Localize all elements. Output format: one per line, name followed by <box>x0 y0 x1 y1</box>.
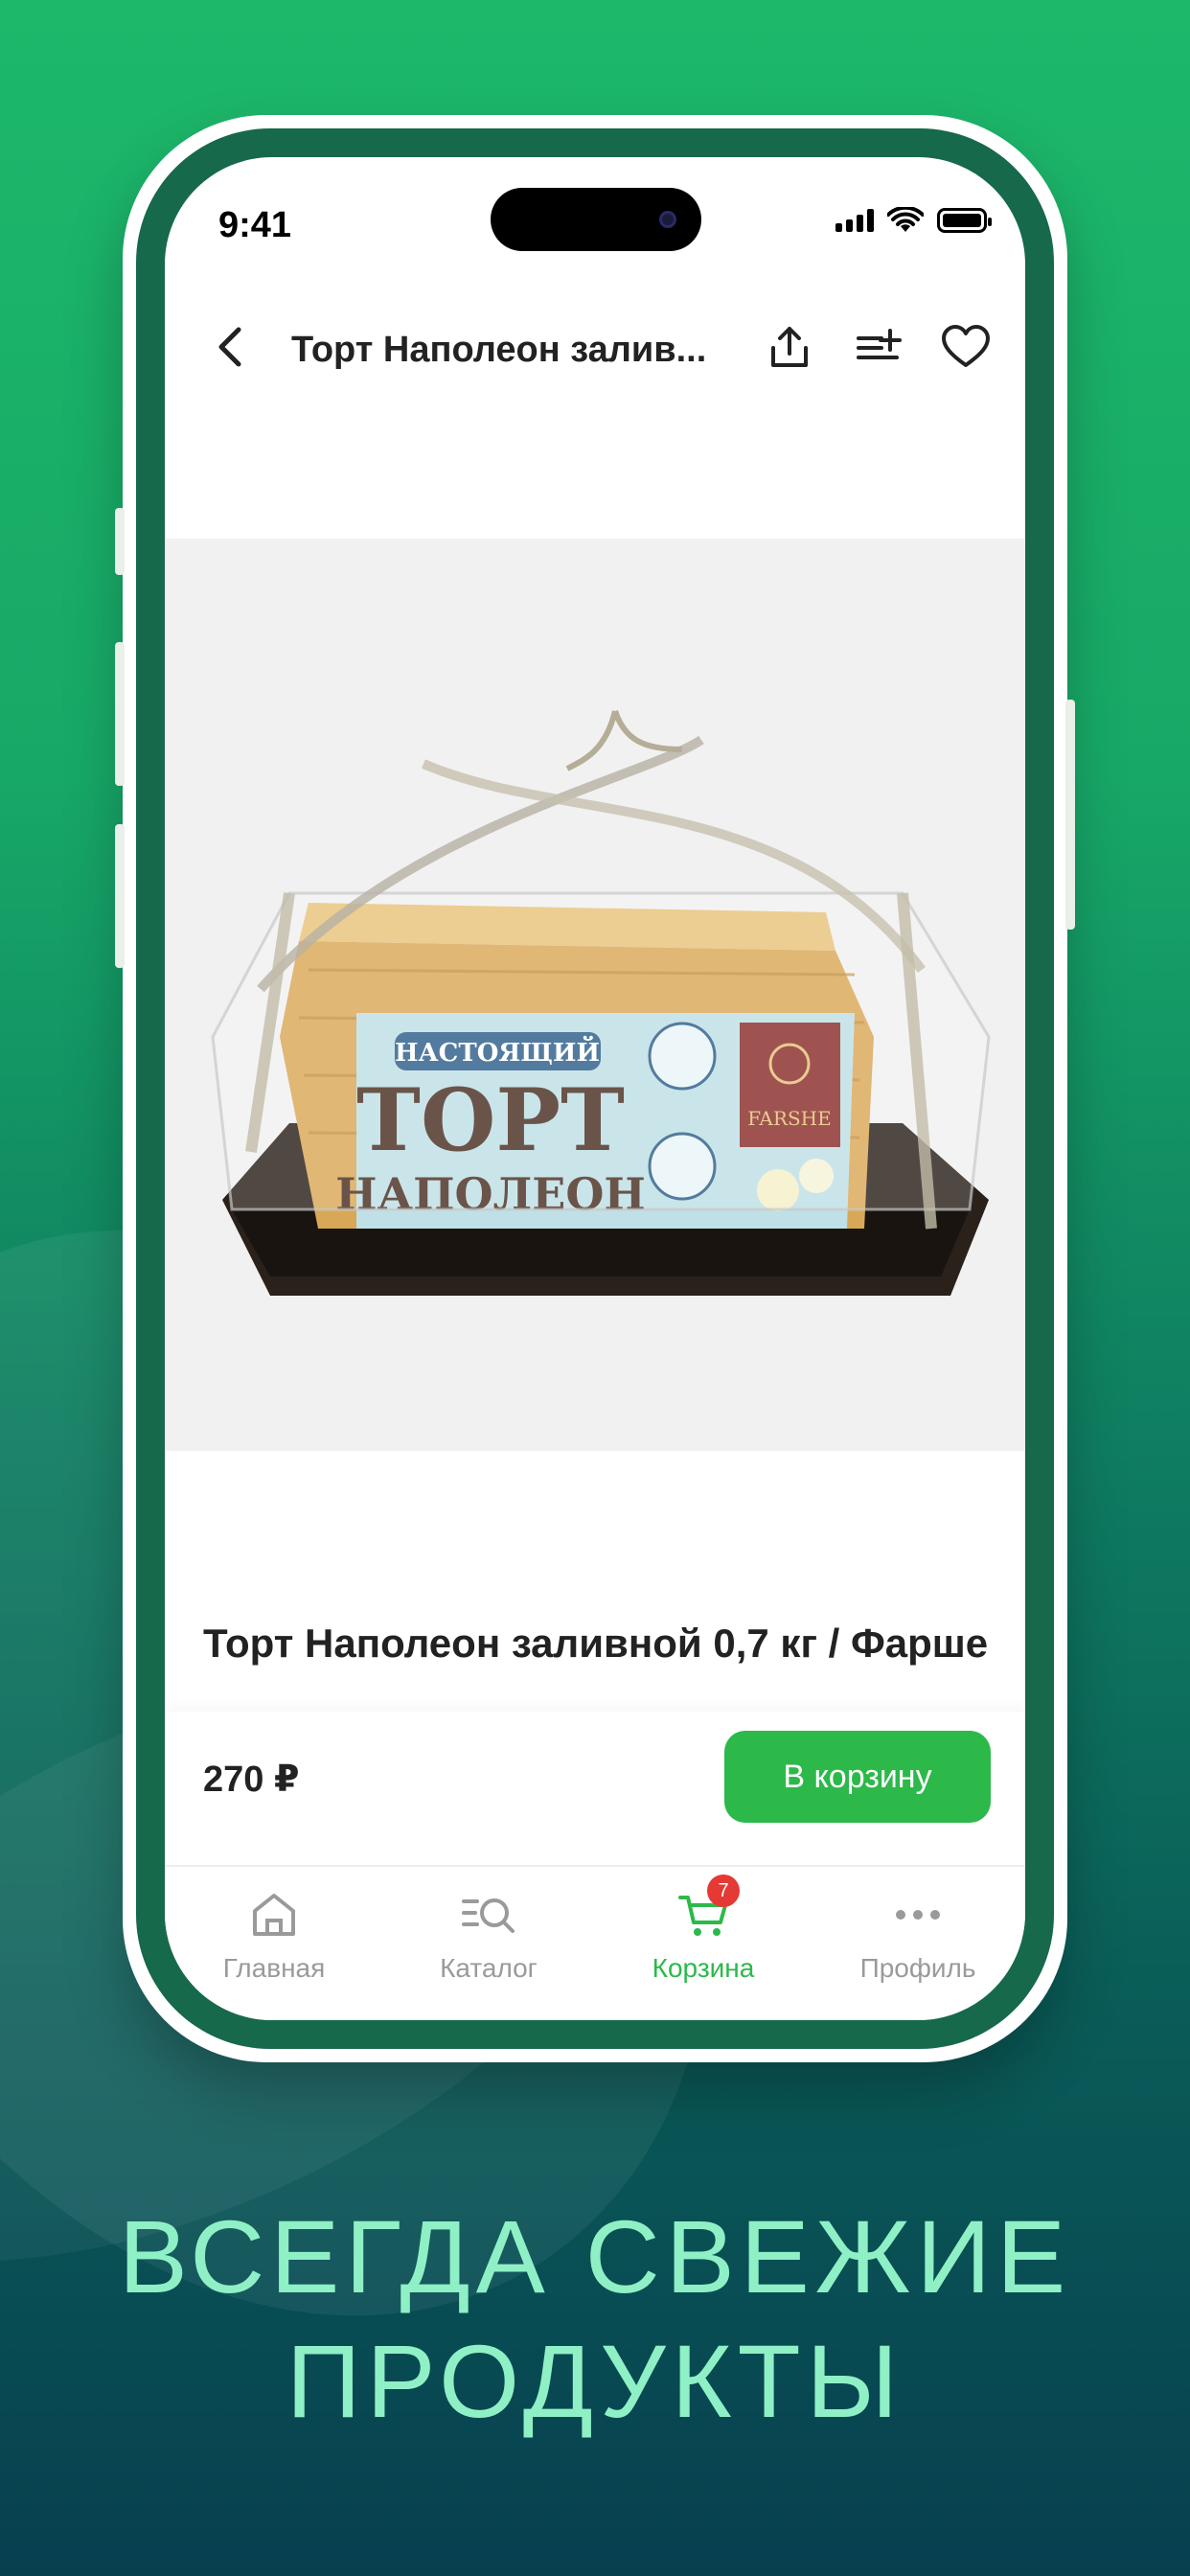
phone-side-button <box>115 508 125 575</box>
share-icon <box>771 327 808 367</box>
status-icons <box>835 207 992 234</box>
tab-label: Профиль <box>859 1953 976 1983</box>
product-image: НАСТОЯЩИЙ ТОРТ НАПОЛЕОН FARSHE <box>165 539 1025 1451</box>
cake-photo: НАСТОЯЩИЙ ТОРТ НАПОЛЕОН FARSHE <box>211 709 991 1296</box>
tab-catalog[interactable]: Каталог <box>393 1884 584 1984</box>
phone-screen: 9:41 Торт Наполеон залив... Торт Наполео… <box>165 157 1025 2020</box>
share-button[interactable] <box>763 320 816 374</box>
add-to-list-button[interactable] <box>851 320 904 374</box>
headline-line: ПРОДУКТЫ <box>286 2323 904 2439</box>
headline-line: ВСЕГДА СВЕЖИЕ <box>118 2198 1072 2314</box>
catalog-search-icon <box>458 1884 519 1945</box>
tab-bar: Главная Каталог 7 Корзина Профиль <box>165 1865 1025 2020</box>
page-title: Торт Наполеон залив... <box>291 330 707 370</box>
cart-badge: 7 <box>707 1874 740 1907</box>
tab-cart[interactable]: 7 Корзина <box>607 1874 799 1984</box>
nav-header: Торт Наполеон залив... <box>165 291 1025 406</box>
status-bar: 9:41 <box>165 157 1025 282</box>
wifi-icon <box>887 207 924 232</box>
home-icon <box>243 1884 305 1945</box>
cart-icon: 7 <box>673 1874 740 1945</box>
signal-icon <box>835 209 874 232</box>
tab-home[interactable]: Главная <box>178 1884 370 1984</box>
tab-label: Каталог <box>440 1953 538 1983</box>
back-button[interactable] <box>201 318 259 376</box>
product-title: Торт Наполеон заливной 0,7 кг / Фарше <box>203 1621 989 1666</box>
tab-label: Корзина <box>652 1953 755 1983</box>
status-time: 9:41 <box>218 205 292 245</box>
camera-icon <box>659 211 676 228</box>
tab-profile[interactable]: Профиль <box>822 1884 1014 1984</box>
product-price: 270 ₽ <box>203 1760 300 1800</box>
buy-bar: 270 ₽ В корзину <box>165 1712 1025 1855</box>
heart-icon <box>942 325 990 367</box>
promo-headline: ВСЕГДА СВЕЖИЕ ПРОДУКТЫ <box>0 2195 1190 2444</box>
more-dots-icon <box>887 1884 949 1945</box>
phone-side-button <box>115 824 125 968</box>
add-to-list-icon <box>857 329 902 359</box>
phone-side-button <box>115 642 125 786</box>
favorite-button[interactable] <box>939 320 993 374</box>
back-icon <box>218 327 241 367</box>
dynamic-island <box>491 188 701 251</box>
battery-icon <box>937 208 992 233</box>
add-to-cart-button[interactable]: В корзину <box>724 1731 991 1823</box>
tab-label: Главная <box>222 1953 326 1983</box>
phone-side-button <box>1065 700 1075 930</box>
